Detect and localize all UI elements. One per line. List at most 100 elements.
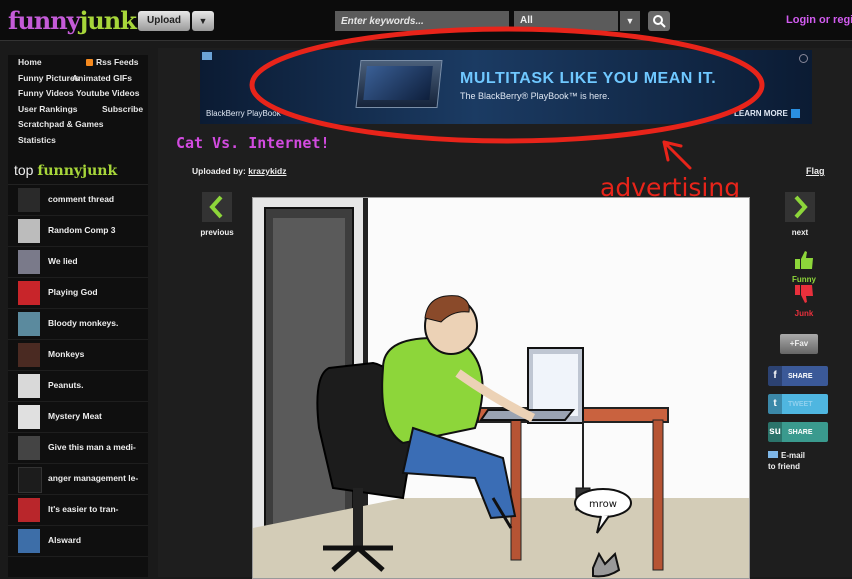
funny-label: Funny bbox=[792, 275, 816, 284]
list-item-label: We lied bbox=[48, 256, 78, 266]
previous-label: previous bbox=[200, 228, 234, 237]
thumbs-down-icon bbox=[795, 285, 813, 303]
top-header-prefix: top bbox=[14, 162, 34, 178]
stumbleupon-icon: su bbox=[768, 422, 782, 442]
facebook-share-button[interactable]: f SHARE bbox=[768, 366, 828, 386]
thumbnail-image bbox=[18, 529, 40, 553]
category-dropdown-button[interactable]: ▼ bbox=[620, 11, 640, 31]
twitter-share-button[interactable]: t TWEET bbox=[768, 394, 828, 414]
favorite-button[interactable]: +Fav bbox=[780, 334, 818, 354]
uploaded-by: Uploaded by: krazykidz bbox=[192, 166, 287, 176]
top-funnyjunk-header: top funnyjunk bbox=[8, 156, 148, 185]
logo-text-funny: funny bbox=[8, 6, 81, 35]
flag-link[interactable]: Flag bbox=[806, 166, 825, 176]
stumbleupon-share-label: SHARE bbox=[788, 429, 813, 436]
category-select[interactable]: All bbox=[514, 11, 618, 31]
sidebar-link-funny-videos[interactable]: Funny Videos bbox=[18, 88, 74, 98]
comic-image[interactable]: mrow bbox=[252, 197, 750, 579]
thumbnail-image bbox=[18, 343, 40, 367]
uploader-link[interactable]: krazykidz bbox=[248, 166, 286, 176]
login-link[interactable]: Login or register bbox=[786, 14, 852, 26]
sidebar-nav-row: Scratchpad & Games bbox=[8, 117, 148, 133]
thumbnail-image bbox=[18, 405, 40, 429]
list-item[interactable]: Playing God bbox=[8, 278, 148, 309]
upload-button[interactable]: Upload bbox=[138, 11, 190, 31]
rating-panel: Funny Junk bbox=[778, 250, 830, 318]
previous-button[interactable]: previous bbox=[196, 192, 238, 237]
list-item[interactable]: Monkeys bbox=[8, 340, 148, 371]
stumbleupon-share-button[interactable]: su SHARE bbox=[768, 422, 828, 442]
list-item-label: Give this man a medi- bbox=[48, 442, 136, 452]
list-item-label: Peanuts. bbox=[48, 380, 84, 390]
list-item[interactable]: We lied bbox=[8, 247, 148, 278]
email-label-line1: E-mail bbox=[781, 451, 806, 460]
list-item-label: anger management le- bbox=[48, 473, 139, 483]
thumbs-up-icon bbox=[795, 251, 813, 269]
post-title: Cat Vs. Internet! bbox=[176, 134, 330, 152]
search-icon bbox=[653, 15, 666, 28]
logo-text-junk: junk bbox=[79, 6, 137, 35]
sidebar-link-home[interactable]: Home bbox=[18, 57, 42, 67]
ad-choices-icon[interactable] bbox=[202, 52, 212, 60]
ad-learn-more-link[interactable]: LEARN MORE bbox=[734, 109, 800, 119]
sidebar-nav: Home Rss Feeds Funny Pictures Animated G… bbox=[8, 55, 148, 148]
thumbnail-image bbox=[18, 374, 40, 398]
sidebar-link-statistics[interactable]: Statistics bbox=[18, 135, 56, 145]
sidebar-link-youtube-videos[interactable]: Youtube Videos bbox=[76, 86, 139, 102]
speech-bubble-text: mrow bbox=[589, 499, 617, 510]
list-item-label: comment thread bbox=[48, 194, 115, 204]
sidebar-nav-row: Home Rss Feeds bbox=[8, 55, 148, 71]
sidebar-link-funny-pictures[interactable]: Funny Pictures bbox=[18, 73, 79, 83]
sidebar-link-scratchpad[interactable]: Scratchpad & Games bbox=[18, 119, 104, 129]
envelope-icon bbox=[768, 451, 778, 458]
twitter-icon: t bbox=[768, 394, 782, 414]
list-item-label: Alsward bbox=[48, 535, 82, 545]
list-item[interactable]: Bloody monkeys. bbox=[8, 309, 148, 340]
comic-illustration: mrow bbox=[253, 198, 749, 578]
ad-headline: MULTITASK LIKE YOU MEAN IT. bbox=[460, 70, 717, 87]
list-item-label: Playing God bbox=[48, 287, 98, 297]
chevron-down-icon: ▼ bbox=[198, 16, 208, 26]
uploaded-by-prefix: Uploaded by: bbox=[192, 166, 246, 176]
facebook-icon: f bbox=[768, 366, 782, 386]
arrow-right-icon bbox=[790, 109, 800, 119]
list-item[interactable]: Peanuts. bbox=[8, 371, 148, 402]
sidebar-nav-row: Statistics bbox=[8, 133, 148, 149]
email-to-friend-link[interactable]: E-mail to friend bbox=[768, 450, 805, 472]
upload-dropdown-button[interactable]: ▼ bbox=[192, 11, 214, 31]
thumbs-down-button[interactable]: Junk bbox=[778, 284, 830, 318]
sidebar-link-subscribe[interactable]: Subscribe bbox=[102, 102, 143, 118]
list-item[interactable]: It's easier to tran- bbox=[8, 495, 148, 526]
chevron-down-icon: ▼ bbox=[625, 16, 635, 26]
junk-label: Junk bbox=[794, 309, 814, 318]
list-item[interactable]: Mystery Meat bbox=[8, 402, 148, 433]
twitter-share-label: TWEET bbox=[788, 401, 813, 408]
next-button[interactable]: next bbox=[780, 192, 820, 237]
sidebar-link-user-rankings[interactable]: User Rankings bbox=[18, 104, 78, 114]
list-item[interactable]: Random Comp 3 bbox=[8, 216, 148, 247]
search-input[interactable] bbox=[335, 11, 509, 31]
ad-learn-more-label: LEARN MORE bbox=[734, 109, 788, 118]
list-item-label: Monkeys bbox=[48, 349, 85, 359]
ad-close-icon[interactable] bbox=[799, 54, 808, 63]
next-label: next bbox=[791, 228, 809, 237]
chevron-right-icon bbox=[785, 192, 815, 222]
thumbnail-image bbox=[18, 498, 40, 522]
thumbnail-image bbox=[18, 219, 40, 243]
sidebar-link-animated-gifs[interactable]: Animated GIFs bbox=[72, 71, 132, 87]
advertisement-banner[interactable]: MULTITASK LIKE YOU MEAN IT. The BlackBer… bbox=[200, 50, 812, 124]
list-item[interactable]: anger management le- bbox=[8, 464, 148, 495]
tablet-device-image bbox=[355, 60, 443, 108]
thumbnail-image bbox=[18, 467, 42, 493]
list-item[interactable]: comment thread bbox=[8, 185, 148, 216]
search-button[interactable] bbox=[648, 11, 670, 31]
top-content-list: comment thread Random Comp 3 We lied Pla… bbox=[8, 185, 148, 557]
list-item[interactable]: Alsward bbox=[8, 526, 148, 557]
site-logo[interactable]: funnyjunk bbox=[8, 6, 137, 35]
sidebar-nav-row: Funny Videos Youtube Videos bbox=[8, 86, 148, 102]
thumbs-up-button[interactable]: Funny bbox=[778, 250, 830, 284]
list-item[interactable]: Give this man a medi- bbox=[8, 433, 148, 464]
rss-label: Rss Feeds bbox=[96, 57, 139, 67]
sidebar-link-rss[interactable]: Rss Feeds bbox=[86, 55, 139, 71]
email-label-line2: to friend bbox=[768, 462, 800, 471]
